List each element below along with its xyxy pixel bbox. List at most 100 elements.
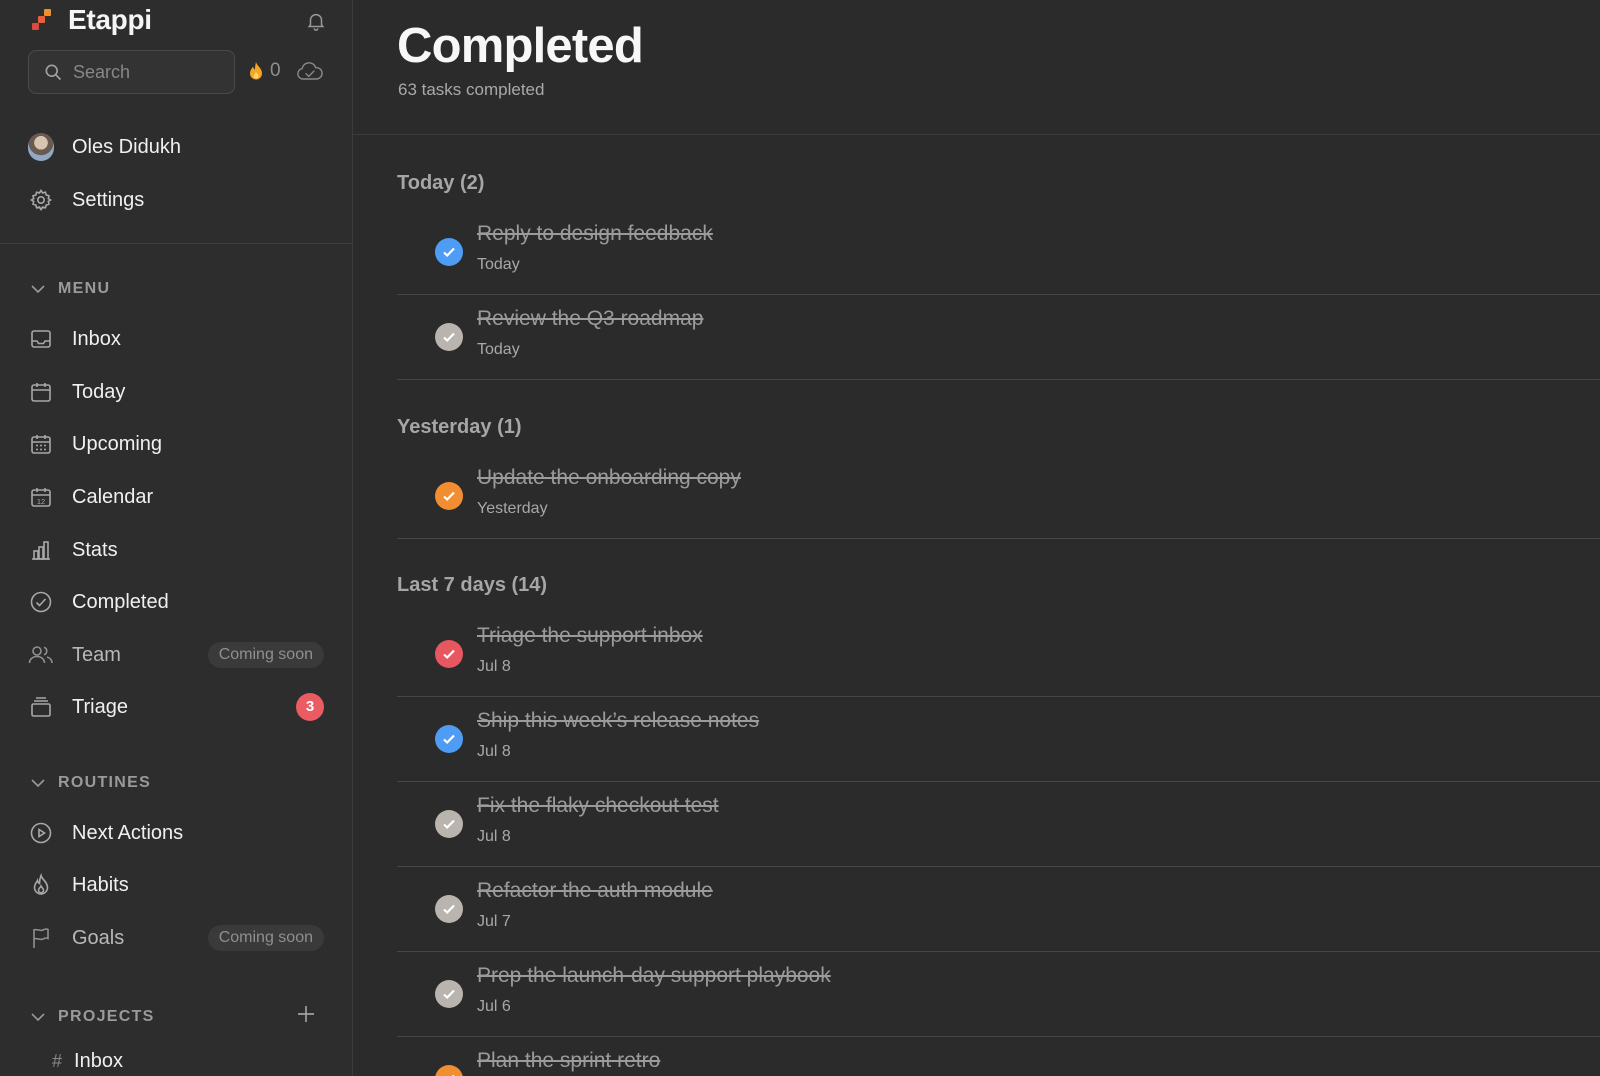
task-date: Jul 8	[477, 658, 511, 675]
completed-check-icon[interactable]	[435, 238, 463, 266]
calendar-icon	[31, 383, 51, 402]
sidebar-item-label: Goals	[72, 926, 125, 949]
bell-icon[interactable]	[305, 10, 327, 32]
calendar-12-icon: 12	[31, 488, 51, 507]
coming-soon-pill: Coming soon	[207, 642, 324, 668]
project-label: Inbox	[74, 1050, 123, 1072]
project-item-inbox[interactable]: # Inbox	[52, 1050, 123, 1073]
completed-check-icon[interactable]	[435, 1065, 463, 1076]
main-content: Completed 63 tasks completed Today (2) R…	[353, 0, 1600, 1076]
sidebar-item-label: Completed	[72, 590, 169, 613]
menu-section-header[interactable]: MENU	[30, 278, 110, 300]
task-title: Triage the support inbox	[477, 624, 703, 647]
sidebar-item-label: Stats	[72, 538, 118, 561]
flame-icon	[33, 873, 49, 895]
task-row[interactable]: Ship this week’s release notes Jul 8	[397, 697, 1600, 782]
task-title: Plan the sprint retro	[477, 1049, 661, 1072]
completed-check-icon[interactable]	[435, 980, 463, 1008]
sidebar-item-label: Calendar	[72, 485, 154, 508]
task-title: Ship this week’s release notes	[477, 709, 760, 732]
sidebar-divider	[0, 243, 352, 244]
sidebar-item-next-actions[interactable]: Next Actions	[28, 813, 324, 853]
cloud-check-icon[interactable]	[296, 61, 324, 83]
coming-soon-pill: Coming soon	[207, 925, 324, 951]
svg-text:12: 12	[37, 497, 45, 506]
task-date: Jul 6	[477, 998, 511, 1015]
chevron-down-icon	[31, 1013, 45, 1022]
streak-counter[interactable]: 0	[248, 60, 281, 82]
completed-check-icon[interactable]	[435, 482, 463, 510]
projects-heading: PROJECTS	[58, 1008, 155, 1025]
add-project-icon[interactable]	[296, 1004, 316, 1024]
search-icon	[45, 64, 62, 81]
sidebar-item-label: Upcoming	[72, 432, 163, 455]
sidebar-item-today[interactable]: Today	[28, 372, 324, 412]
completed-check-icon[interactable]	[435, 725, 463, 753]
sidebar-item-label: Inbox	[72, 327, 121, 350]
sidebar-item-habits[interactable]: Habits	[28, 865, 324, 905]
task-row[interactable]: Fix the flaky checkout test Jul 8	[397, 782, 1600, 867]
task-row[interactable]: Review the Q3 roadmap Today	[397, 295, 1600, 380]
sidebar-item-completed[interactable]: Completed	[28, 582, 324, 622]
sidebar-item-calendar[interactable]: 12 Calendar	[28, 477, 324, 517]
task-date: Jul 8	[477, 828, 511, 845]
task-date: Jul 8	[477, 743, 511, 760]
task-row[interactable]: Plan the sprint retro	[397, 1037, 1600, 1076]
completed-check-icon[interactable]	[435, 895, 463, 923]
user-name: Oles Didukh	[72, 135, 181, 158]
task-date: Yesterday	[477, 500, 548, 517]
task-title: Fix the flaky checkout test	[477, 794, 719, 817]
task-date: Jul 7	[477, 913, 511, 930]
calendar-grid-icon	[31, 435, 51, 454]
task-row[interactable]: Prep the launch-day support playbook Jul…	[397, 952, 1600, 1037]
task-row[interactable]: Reply to design feedback Today	[397, 210, 1600, 295]
avatar	[28, 133, 54, 161]
settings-label: Settings	[72, 188, 145, 211]
page-subtitle: 63 tasks completed	[398, 80, 545, 99]
sidebar-item-triage[interactable]: Triage 3	[28, 687, 324, 727]
search-box[interactable]	[28, 50, 235, 94]
completed-check-icon[interactable]	[435, 640, 463, 668]
check-circle-icon	[30, 591, 52, 613]
hash-icon: #	[52, 1051, 63, 1071]
page-title: Completed	[397, 19, 644, 73]
routines-heading: ROUTINES	[58, 774, 152, 791]
completed-check-icon[interactable]	[435, 810, 463, 838]
etappi-logo-icon	[32, 7, 54, 33]
app-name: Etappi	[68, 4, 152, 35]
user-profile[interactable]: Oles Didukh	[28, 127, 324, 167]
projects-section-header[interactable]: PROJECTS	[30, 1006, 155, 1028]
sidebar-item-label: Team	[72, 643, 121, 666]
routines-section-header[interactable]: ROUTINES	[30, 772, 151, 794]
inbox-icon	[31, 330, 51, 348]
chevron-down-icon	[31, 285, 45, 294]
sidebar-item-label: Triage	[72, 695, 128, 718]
sidebar-item-stats[interactable]: Stats	[28, 530, 324, 570]
group-title: Today (2)	[397, 172, 485, 194]
chevron-down-icon	[31, 779, 45, 788]
header-divider	[353, 134, 1600, 135]
sidebar-item-goals[interactable]: Goals Coming soon	[28, 918, 324, 958]
people-icon	[28, 646, 53, 664]
task-date: Today	[477, 341, 520, 358]
sidebar-item-inbox[interactable]: Inbox	[28, 319, 324, 359]
streak-count: 0	[270, 60, 281, 81]
sidebar-item-upcoming[interactable]: Upcoming	[28, 424, 324, 464]
gear-icon	[30, 189, 52, 211]
task-title: Refactor the auth module	[477, 879, 713, 902]
task-row[interactable]: Update the onboarding copy Yesterday	[397, 454, 1600, 539]
task-row[interactable]: Refactor the auth module Jul 7	[397, 867, 1600, 952]
task-title: Prep the launch-day support playbook	[477, 964, 831, 987]
menu-heading: MENU	[58, 280, 111, 297]
sidebar-item-label: Next Actions	[72, 821, 184, 844]
task-row[interactable]: Triage the support inbox Jul 8	[397, 612, 1600, 697]
stack-icon	[31, 697, 51, 717]
search-input[interactable]	[73, 61, 213, 83]
sidebar-item-label: Today	[72, 380, 126, 403]
sidebar-item-label: Habits	[72, 873, 129, 896]
settings-item[interactable]: Settings	[28, 180, 324, 220]
triage-count-badge: 3	[296, 693, 324, 721]
sidebar-item-team[interactable]: Team Coming soon	[28, 635, 324, 675]
completed-check-icon[interactable]	[435, 323, 463, 351]
group-title: Yesterday (1)	[397, 416, 522, 438]
